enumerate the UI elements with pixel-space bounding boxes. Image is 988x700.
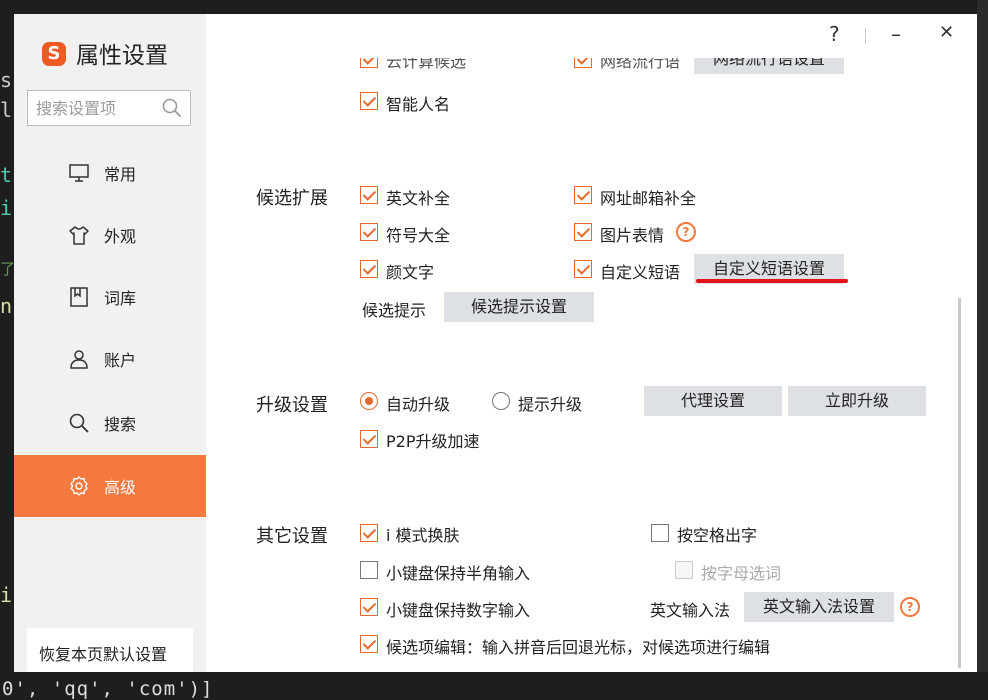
code-char: l	[0, 98, 13, 122]
space-output-label: 按空格出字	[677, 526, 758, 545]
sidebar-item-dictionary[interactable]: 词库	[14, 266, 206, 328]
user-icon	[70, 350, 88, 369]
section-upgrade: 升级设置	[256, 395, 328, 416]
restore-defaults-button[interactable]: 恢复本页默认设置	[27, 628, 193, 672]
letter-select-label: 按字母选词	[701, 564, 782, 583]
background-right-strip	[977, 0, 988, 700]
shirt-icon	[69, 226, 89, 245]
keypad-numeric-label: 小键盘保持数字输入	[386, 601, 531, 620]
sidebar-item-label: 常用	[104, 165, 137, 184]
candidate-edit-label: 候选项编辑：输入拼音后回退光标，对候选项进行编辑	[386, 638, 771, 657]
scrollbar[interactable]	[958, 298, 961, 668]
help-icon[interactable]: ?	[900, 597, 920, 617]
space-output-checkbox[interactable]	[651, 524, 669, 542]
i-mode-checkbox[interactable]	[360, 524, 378, 542]
proxy-settings-button[interactable]: 代理设置	[644, 386, 782, 416]
smart-name-label: 智能人名	[386, 95, 451, 114]
red-underline-annotation	[696, 279, 848, 283]
window-title: 属性设置	[76, 43, 168, 69]
sidebar-item-account[interactable]: 账户	[14, 328, 206, 390]
sidebar-item-label: 词库	[104, 289, 137, 308]
symbols-checkbox[interactable]	[360, 223, 378, 241]
auto-upgrade-radio[interactable]	[360, 392, 378, 410]
section-other: 其它设置	[256, 526, 328, 547]
search-input[interactable]	[34, 98, 158, 119]
sidebar-item-label: 外观	[104, 227, 137, 246]
code-char: i	[0, 583, 13, 607]
search-icon	[69, 413, 89, 433]
auto-upgrade-label: 自动升级	[386, 395, 451, 414]
english-ime-label: 英文输入法	[650, 601, 731, 620]
gear-icon	[70, 476, 88, 496]
sidebar: S 属性设置 常用 外观	[14, 14, 206, 672]
p2p-label: P2P升级加速	[386, 432, 480, 451]
image-emoji-checkbox[interactable]	[574, 223, 592, 241]
sidebar-item-search[interactable]: 搜索	[14, 392, 206, 454]
code-char: 了	[0, 260, 16, 278]
code-char: s	[0, 68, 13, 92]
letter-select-checkbox	[675, 561, 693, 579]
background-code-line: 0', 'qq', 'com')]	[0, 672, 988, 700]
cloud-checkbox[interactable]	[360, 58, 378, 68]
keypad-numeric-checkbox[interactable]	[360, 598, 378, 616]
sidebar-item-label: 高级	[104, 478, 137, 497]
custom-phrase-checkbox[interactable]	[574, 260, 592, 278]
keypad-halfwidth-label: 小键盘保持半角输入	[386, 564, 531, 583]
code-text: 0', 'qq', 'com')]	[2, 678, 214, 700]
smart-name-checkbox[interactable]	[360, 92, 378, 110]
slang-checkbox[interactable]	[574, 58, 592, 68]
english-ime-settings-button[interactable]: 英文输入法设置	[744, 592, 894, 622]
background-editor: s l t i 了 n i	[0, 0, 16, 700]
url-email-label: 网址邮箱补全	[600, 189, 697, 208]
settings-window: S 属性设置 常用 外观	[14, 14, 977, 672]
url-email-checkbox[interactable]	[574, 186, 592, 204]
code-char: n	[0, 294, 13, 318]
settings-content: 云计算候选 网络流行语 网络流行语设置 智能人名 候选扩展 英文补全 网址邮箱补…	[206, 14, 977, 672]
candidate-hint-label: 候选提示	[362, 301, 427, 320]
symbols-label: 符号大全	[386, 226, 451, 245]
image-emoji-label: 图片表情	[600, 226, 665, 245]
prompt-upgrade-label: 提示升级	[518, 395, 583, 414]
search-icon[interactable]	[162, 98, 182, 118]
p2p-checkbox[interactable]	[360, 430, 378, 448]
slang-label: 网络流行语	[600, 58, 681, 71]
sidebar-item-appearance[interactable]: 外观	[14, 204, 206, 266]
help-icon[interactable]: ?	[676, 222, 696, 242]
keypad-halfwidth-checkbox[interactable]	[360, 561, 378, 579]
english-completion-label: 英文补全	[386, 189, 451, 208]
prompt-upgrade-radio[interactable]	[492, 392, 510, 410]
monitor-icon	[69, 164, 89, 182]
code-char: i	[0, 196, 13, 220]
sidebar-item-common[interactable]: 常用	[14, 142, 206, 204]
sogou-logo-icon: S	[42, 42, 66, 66]
book-icon	[70, 287, 88, 307]
search-box[interactable]	[27, 90, 191, 126]
candidate-edit-checkbox[interactable]	[360, 635, 378, 653]
sidebar-item-label: 搜索	[104, 415, 137, 434]
slang-settings-button[interactable]: 网络流行语设置	[694, 58, 844, 74]
sidebar-item-label: 账户	[104, 351, 137, 370]
english-completion-checkbox[interactable]	[360, 186, 378, 204]
section-candidate-extension: 候选扩展	[256, 188, 328, 209]
partial-row: 云计算候选 网络流行语 网络流行语设置	[356, 58, 856, 76]
kaomoji-label: 颜文字	[386, 263, 435, 282]
custom-phrase-label: 自定义短语	[600, 263, 681, 282]
i-mode-label: i 模式换肤	[386, 526, 460, 545]
restore-defaults-label: 恢复本页默认设置	[39, 645, 168, 664]
code-char: t	[0, 163, 13, 187]
candidate-hint-settings-button[interactable]: 候选提示设置	[444, 292, 594, 322]
upgrade-now-button[interactable]: 立即升级	[788, 386, 926, 416]
kaomoji-checkbox[interactable]	[360, 260, 378, 278]
sidebar-item-advanced[interactable]: 高级	[14, 455, 206, 517]
cloud-label: 云计算候选	[386, 58, 467, 71]
